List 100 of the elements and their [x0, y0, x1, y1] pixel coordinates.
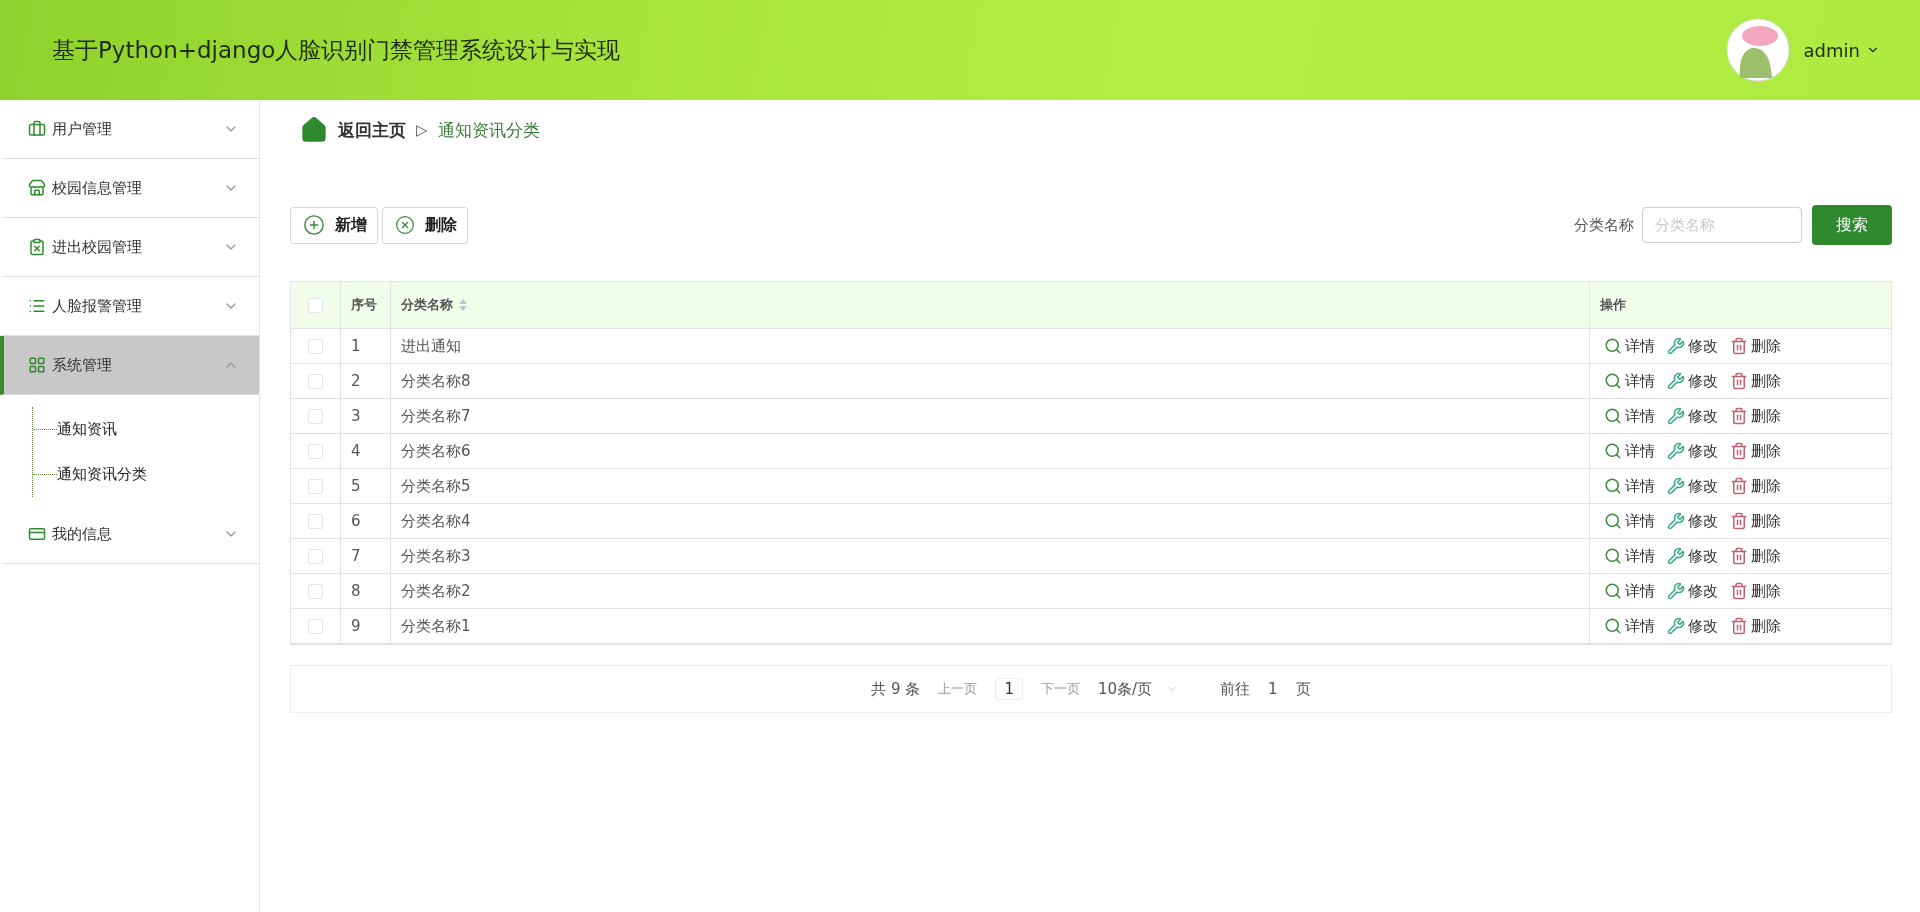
action-link[interactable]: 详情	[1604, 581, 1655, 601]
wrench-icon	[1667, 582, 1685, 600]
trash-icon	[1730, 582, 1748, 600]
action-link[interactable]: 详情	[1604, 336, 1655, 356]
trash-icon	[1730, 372, 1748, 390]
submenu-item[interactable]: 通知资讯	[33, 407, 259, 452]
action-link[interactable]: 详情	[1604, 511, 1655, 531]
action-link[interactable]: 修改	[1667, 406, 1718, 426]
action-link[interactable]: 详情	[1604, 371, 1655, 391]
trash-icon	[1730, 617, 1748, 635]
search-icon	[1604, 582, 1622, 600]
search-button[interactable]: 搜索	[1812, 205, 1892, 245]
search-icon	[1604, 512, 1622, 530]
action-link[interactable]: 详情	[1604, 616, 1655, 636]
table-cell: 分类名称2	[401, 581, 471, 601]
sidebar-item[interactable]: 系统管理	[0, 336, 259, 395]
checkbox[interactable]	[308, 513, 323, 529]
table-cell: 分类名称5	[401, 476, 471, 496]
breadcrumb-separator: ▷	[416, 121, 428, 139]
trash-icon	[1730, 442, 1748, 460]
wrench-icon	[1667, 407, 1685, 425]
action-link[interactable]: 详情	[1604, 441, 1655, 461]
action-link[interactable]: 删除	[1730, 406, 1781, 426]
wrench-icon	[1667, 372, 1685, 390]
action-link[interactable]: 修改	[1667, 616, 1718, 636]
search-icon	[1604, 337, 1622, 355]
checkbox[interactable]	[308, 408, 323, 424]
trash-icon	[1730, 547, 1748, 565]
action-link[interactable]: 删除	[1730, 336, 1781, 356]
checkbox[interactable]	[308, 338, 323, 354]
goto-label: 前往	[1220, 679, 1251, 699]
action-link[interactable]: 修改	[1667, 546, 1718, 566]
checkbox[interactable]	[308, 583, 323, 599]
action-link[interactable]: 修改	[1667, 441, 1718, 461]
table-cell: 8	[351, 582, 361, 600]
search-icon	[1604, 407, 1622, 425]
action-link[interactable]: 修改	[1667, 371, 1718, 391]
plus-icon	[303, 214, 325, 236]
search-icon	[1604, 617, 1622, 635]
total-count: 共 9 条	[871, 679, 921, 699]
column-header[interactable]: 分类名称	[401, 296, 453, 314]
table-cell: 6	[351, 512, 361, 530]
page-number[interactable]: 1	[995, 678, 1023, 700]
action-link[interactable]: 修改	[1667, 511, 1718, 531]
action-link[interactable]: 修改	[1667, 336, 1718, 356]
table-cell: 分类名称1	[401, 616, 471, 636]
table-cell: 1	[351, 337, 361, 355]
table-cell: 3	[351, 407, 361, 425]
sort-icon[interactable]	[459, 299, 467, 311]
wrench-icon	[1667, 337, 1685, 355]
table-cell: 进出通知	[401, 336, 461, 356]
column-header: 序号	[351, 296, 377, 314]
action-link[interactable]: 删除	[1730, 371, 1781, 391]
delete-button[interactable]: 删除	[382, 206, 468, 244]
close-icon	[395, 215, 415, 235]
clipboard-icon	[28, 238, 46, 256]
action-link[interactable]: 删除	[1730, 476, 1781, 496]
search-label: 分类名称	[1574, 215, 1634, 235]
table-cell: 分类名称3	[401, 546, 471, 566]
action-link[interactable]: 删除	[1730, 546, 1781, 566]
trash-icon	[1730, 477, 1748, 495]
page-suffix: 页	[1295, 679, 1311, 699]
column-header: 操作	[1600, 296, 1626, 314]
table-cell: 4	[351, 442, 361, 460]
add-button[interactable]: 新增	[290, 206, 378, 244]
search-icon	[1604, 477, 1622, 495]
search-icon	[1604, 547, 1622, 565]
submenu-item[interactable]: 通知资讯分类	[33, 452, 259, 497]
briefcase-icon	[28, 120, 46, 138]
action-link[interactable]: 删除	[1730, 511, 1781, 531]
action-link[interactable]: 详情	[1604, 546, 1655, 566]
table-cell: 7	[351, 547, 361, 565]
table-cell: 5	[351, 477, 361, 495]
action-link[interactable]: 删除	[1730, 581, 1781, 601]
checkbox[interactable]	[308, 443, 323, 459]
wrench-icon	[1667, 512, 1685, 530]
trash-icon	[1730, 407, 1748, 425]
action-link[interactable]: 修改	[1667, 476, 1718, 496]
user-menu[interactable]: admin	[1803, 39, 1880, 61]
home-link[interactable]: 返回主页	[338, 118, 406, 142]
page-size-select[interactable]: 10条/页	[1097, 679, 1179, 699]
goto-page-field[interactable]: 1	[1268, 680, 1278, 698]
action-link[interactable]: 删除	[1730, 616, 1781, 636]
checkbox[interactable]	[308, 373, 323, 389]
action-link[interactable]: 修改	[1667, 581, 1718, 601]
grid-icon	[28, 356, 46, 374]
action-link[interactable]: 详情	[1604, 476, 1655, 496]
action-link[interactable]: 详情	[1604, 406, 1655, 426]
checkbox[interactable]	[308, 548, 323, 564]
app-title: 基于Python+django人脸识别门禁管理系统设计与实现	[52, 35, 621, 65]
trash-icon	[1730, 512, 1748, 530]
checkbox[interactable]	[308, 478, 323, 494]
checkbox[interactable]	[308, 297, 323, 313]
checkbox[interactable]	[308, 618, 323, 634]
avatar[interactable]	[1725, 18, 1790, 82]
table-cell: 分类名称6	[401, 441, 471, 461]
table-cell: 分类名称7	[401, 406, 471, 426]
table-cell: 2	[351, 372, 361, 390]
home-icon	[300, 116, 328, 144]
action-link[interactable]: 删除	[1730, 441, 1781, 461]
